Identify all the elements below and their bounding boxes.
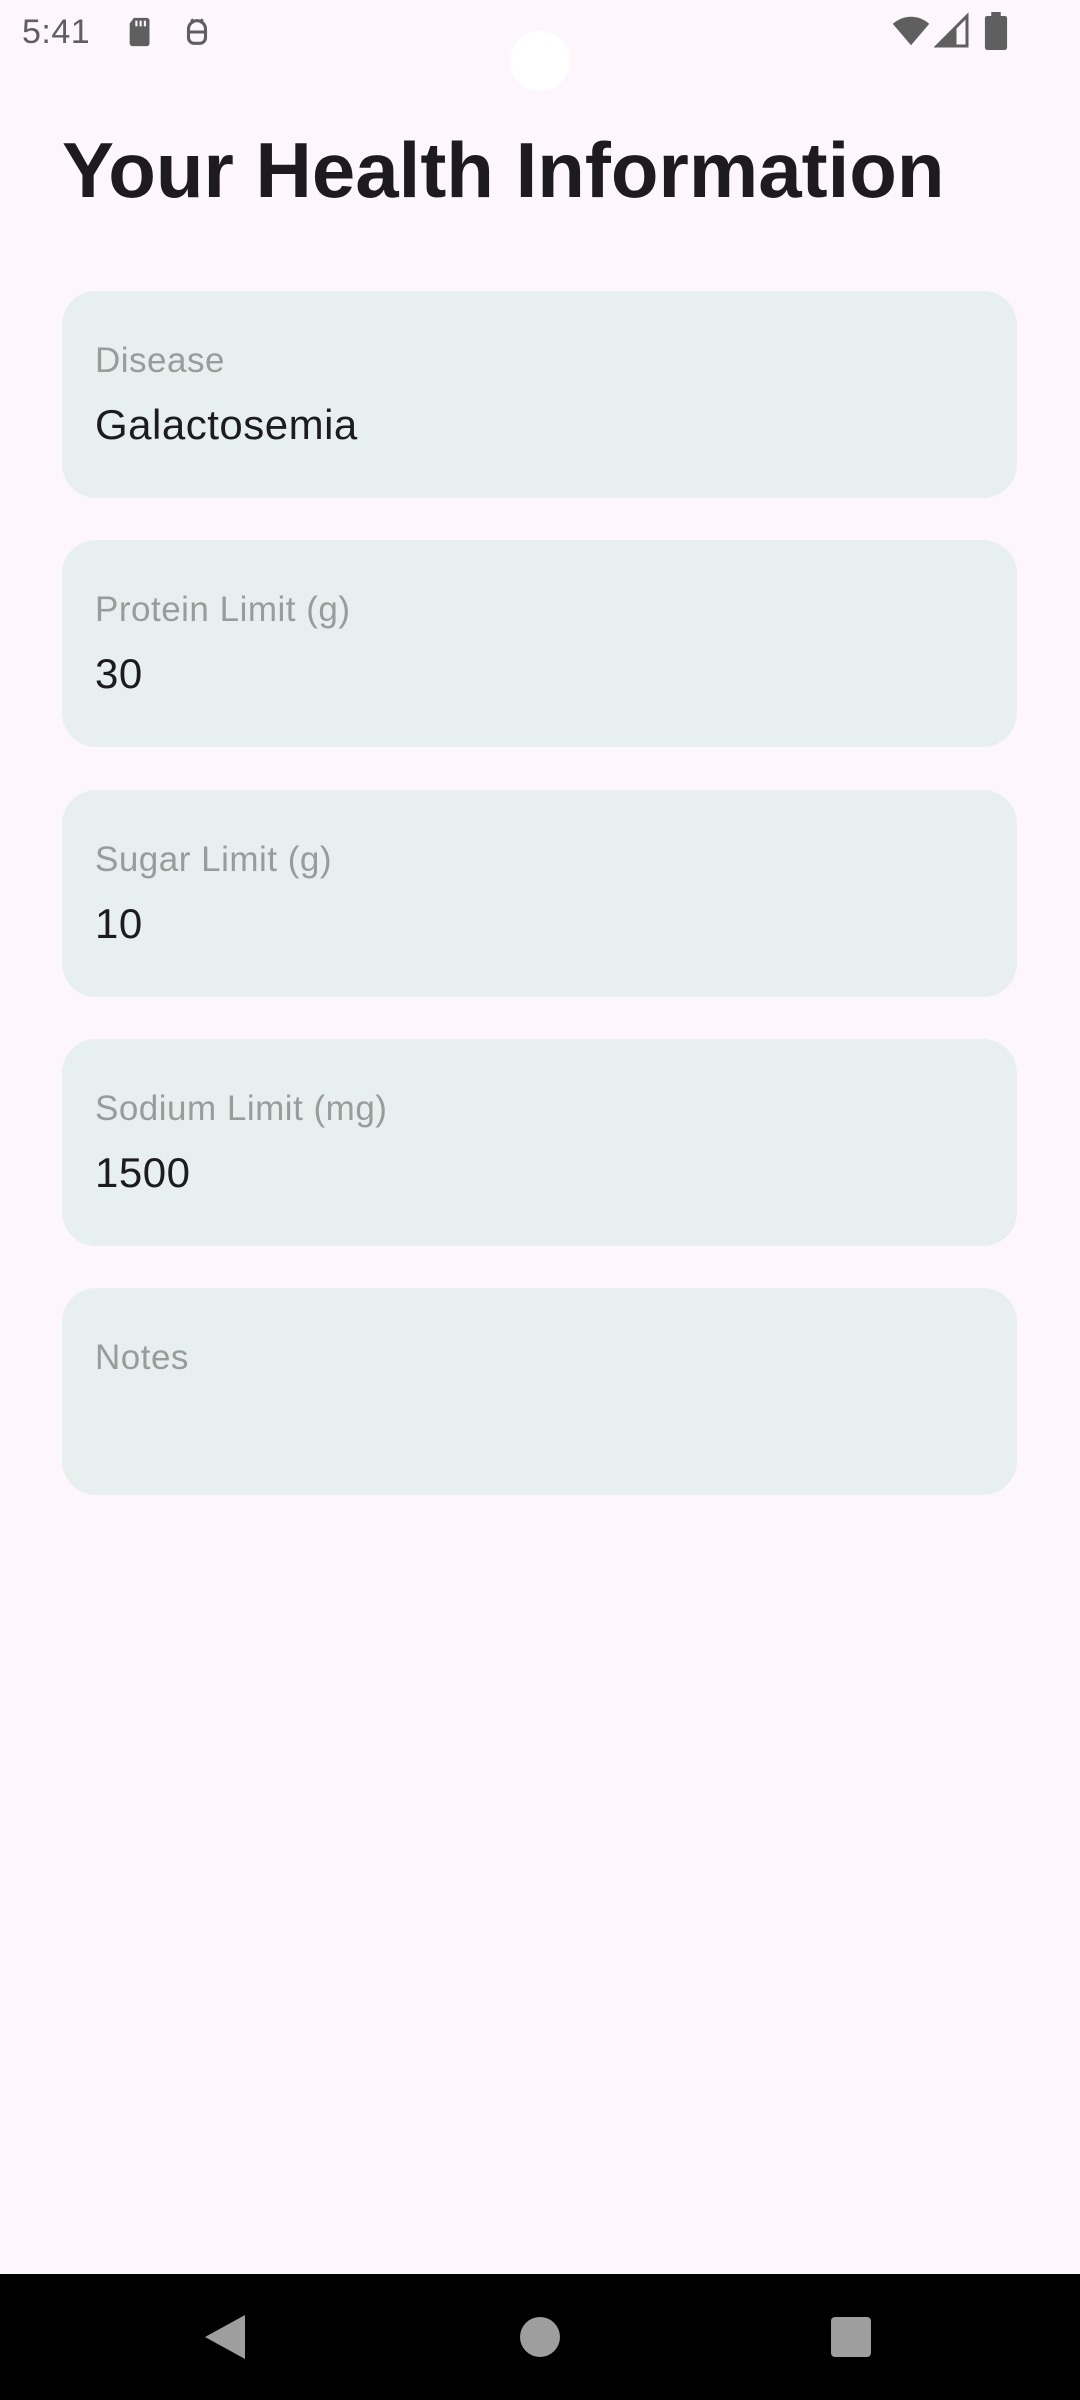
notes-field[interactable]: Notes (62, 1288, 1017, 1495)
home-icon (520, 2317, 560, 2357)
wifi-icon (892, 16, 930, 46)
status-time: 5:41 (22, 13, 91, 51)
recents-icon (831, 2317, 871, 2357)
status-bar: 5:41 (0, 0, 1080, 91)
back-icon (205, 2315, 245, 2359)
sugar-limit-field-value: 10 (95, 900, 143, 947)
notes-field-label: Notes (95, 1338, 189, 1377)
disease-field-label: Disease (95, 341, 225, 380)
android-debug-icon (186, 18, 208, 45)
sodium-limit-field[interactable]: Sodium Limit (mg) 1500 (62, 1039, 1017, 1246)
protein-limit-field[interactable]: Protein Limit (g) 30 (62, 540, 1017, 747)
cellular-signal-icon (934, 12, 969, 48)
disease-field-value: Galactosemia (95, 401, 358, 448)
sodium-limit-field-value: 1500 (95, 1149, 191, 1196)
disease-field[interactable]: Disease Galactosemia (62, 291, 1017, 498)
page-title: Your Health Information (62, 126, 945, 214)
sodium-limit-field-label: Sodium Limit (mg) (95, 1089, 388, 1128)
camera-cutout (510, 31, 570, 91)
sugar-limit-field[interactable]: Sugar Limit (g) 10 (62, 790, 1017, 997)
protein-limit-field-value: 30 (95, 650, 143, 697)
protein-limit-field-label: Protein Limit (g) (95, 590, 351, 629)
navigation-bar (0, 2274, 1080, 2400)
sd-card-icon (129, 17, 150, 47)
nav-recents-button[interactable] (818, 2304, 884, 2370)
nav-back-button[interactable] (192, 2304, 258, 2370)
nav-home-button[interactable] (507, 2304, 573, 2370)
battery-icon (984, 12, 1008, 50)
sugar-limit-field-label: Sugar Limit (g) (95, 840, 333, 879)
